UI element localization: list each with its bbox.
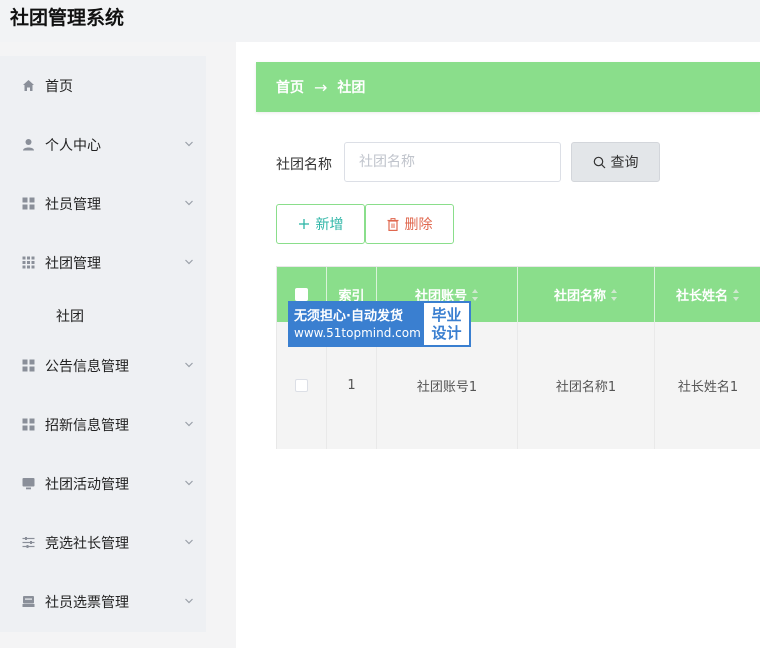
ballot-icon xyxy=(22,595,35,608)
add-button-label: 新增 xyxy=(315,217,344,233)
breadcrumb: 首页 → 社团 xyxy=(256,62,760,112)
chevron-down-icon xyxy=(185,200,193,206)
sidebar-item-club-management[interactable]: 社团管理 xyxy=(0,243,206,283)
chevron-down-icon xyxy=(185,480,193,486)
chevron-down-icon xyxy=(185,259,193,265)
sidebar-item-label: 社员选票管理 xyxy=(45,595,129,611)
plus-icon xyxy=(298,219,309,229)
chevron-down-icon xyxy=(185,362,193,368)
delete-button[interactable]: 删除 xyxy=(365,204,454,244)
breadcrumb-current: 社团 xyxy=(337,80,366,96)
search-label: 社团名称 xyxy=(276,157,332,173)
grid-icon xyxy=(22,418,35,431)
grid-icon xyxy=(22,359,35,372)
sidebar-item-label: 社团活动管理 xyxy=(45,477,129,493)
watermark-right-line1: 毕业 xyxy=(431,306,462,324)
sidebar-subitem-club[interactable]: 社团 xyxy=(56,306,84,326)
column-header-name[interactable]: 社团名称 xyxy=(518,267,655,322)
app-title: 社团管理系统 xyxy=(10,7,125,29)
sort-icon[interactable] xyxy=(733,288,740,301)
cell-leader: 社长姓名1 xyxy=(677,380,739,395)
home-icon xyxy=(22,79,35,92)
add-button[interactable]: 新增 xyxy=(276,204,365,244)
sidebar-item-ballot-management[interactable]: 社员选票管理 xyxy=(0,582,206,622)
grid-icon xyxy=(22,197,35,210)
chevron-down-icon xyxy=(185,539,193,545)
sidebar-item-label: 个人中心 xyxy=(45,138,101,154)
search-icon xyxy=(593,156,605,168)
sidebar-item-label: 招新信息管理 xyxy=(45,418,129,434)
sidebar-item-recruitment-management[interactable]: 招新信息管理 xyxy=(0,405,206,445)
data-table: 索引 社团账号 社团名称 社长姓名 1 社团账号1 社团名称1 社长姓名1 xyxy=(276,266,760,449)
monitor-icon xyxy=(22,477,35,490)
sidebar-item-activity-management[interactable]: 社团活动管理 xyxy=(0,464,206,504)
column-header-label: 社长姓名 xyxy=(675,289,728,304)
chevron-down-icon xyxy=(185,598,193,604)
query-button-label: 查询 xyxy=(610,155,639,171)
breadcrumb-separator: → xyxy=(314,77,328,97)
sidebar-item-label: 社员管理 xyxy=(45,197,101,213)
main-content: 首页 → 社团 社团名称 查询 新增 删除 索引 社团账号 社团名称 xyxy=(236,42,760,648)
sort-icon[interactable] xyxy=(611,288,618,301)
query-button[interactable]: 查询 xyxy=(571,142,660,182)
chevron-down-icon xyxy=(185,141,193,147)
sidebar-item-member-management[interactable]: 社员管理 xyxy=(0,184,206,224)
sort-icon[interactable] xyxy=(472,288,479,301)
sidebar-item-announcement-management[interactable]: 公告信息管理 xyxy=(0,346,206,386)
trash-icon xyxy=(387,217,398,231)
chevron-down-icon xyxy=(185,421,193,427)
sliders-icon xyxy=(22,536,35,549)
delete-button-label: 删除 xyxy=(404,217,433,233)
sidebar-item-label: 首页 xyxy=(45,79,73,95)
breadcrumb-home[interactable]: 首页 xyxy=(276,77,304,97)
sidebar-menu: 首页 个人中心 社员管理 社团管理 社团 公告信息管理 招新信息管理 社团活动管… xyxy=(0,56,206,632)
sidebar-item-home[interactable]: 首页 xyxy=(0,66,206,106)
watermark-badge: 无须担心·自动发货 www.51topmind.com 毕业 设计 xyxy=(288,301,471,347)
row-checkbox[interactable] xyxy=(295,379,308,392)
grid-icon xyxy=(22,256,35,269)
sidebar: 首页 个人中心 社员管理 社团管理 社团 公告信息管理 招新信息管理 社团活动管… xyxy=(0,42,236,648)
user-icon xyxy=(22,138,35,151)
watermark-line1: 无须担心·自动发货 xyxy=(294,309,403,324)
watermark-line2: www.51topmind.com xyxy=(294,326,421,340)
top-bar: 社团管理系统 xyxy=(0,0,760,42)
select-all-checkbox[interactable] xyxy=(295,288,308,301)
sidebar-item-election-management[interactable]: 竞选社长管理 xyxy=(0,523,206,563)
cell-name: 社团名称1 xyxy=(518,322,655,449)
sidebar-item-personal-center[interactable]: 个人中心 xyxy=(0,125,206,165)
search-input[interactable] xyxy=(344,142,561,182)
watermark-left: 无须担心·自动发货 www.51topmind.com xyxy=(290,303,424,345)
sidebar-item-label: 社团管理 xyxy=(45,256,101,272)
column-header-leader[interactable]: 社长姓名 xyxy=(655,267,760,322)
sidebar-item-label: 竞选社长管理 xyxy=(45,536,129,552)
sidebar-item-label: 公告信息管理 xyxy=(45,359,129,375)
watermark-right-line2: 设计 xyxy=(431,324,462,342)
watermark-right: 毕业 设计 xyxy=(424,303,469,345)
column-header-label: 社团名称 xyxy=(553,289,606,304)
